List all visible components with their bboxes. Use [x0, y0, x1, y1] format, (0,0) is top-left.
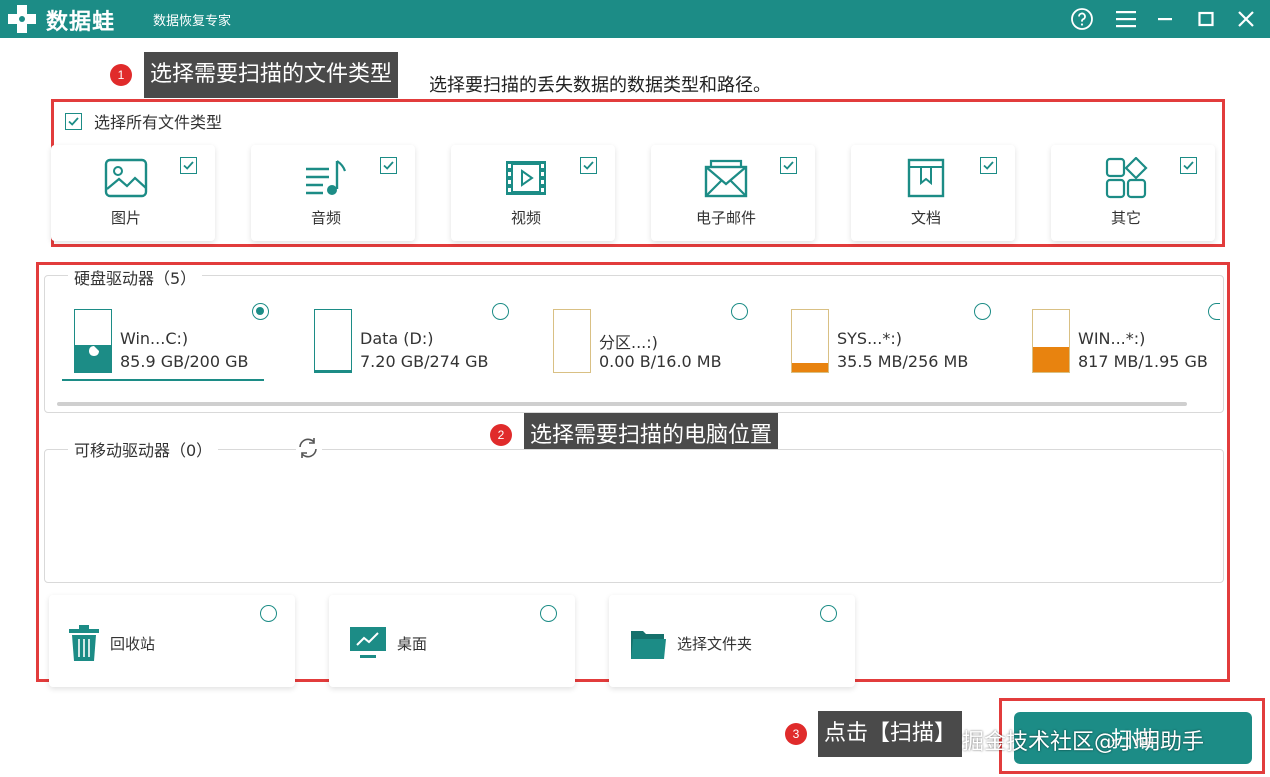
drive-size: 817 MB/1.95 GB — [1078, 352, 1208, 371]
checkbox-icon[interactable] — [580, 157, 597, 174]
location-label: 桌面 — [397, 635, 428, 653]
annotation-2-number: 2 — [490, 424, 512, 446]
document-icon — [907, 158, 945, 198]
desktop-icon — [350, 627, 386, 658]
file-type-other[interactable]: 其它 — [1051, 145, 1215, 241]
drive-size: 85.9 GB/200 GB — [120, 352, 249, 371]
help-icon — [1071, 8, 1093, 30]
file-type-document[interactable]: 文档 — [851, 145, 1015, 241]
file-type-video[interactable]: 视频 — [451, 145, 615, 241]
recycle-bin-icon — [69, 625, 99, 661]
annotation-1-number: 1 — [110, 64, 132, 86]
help-button[interactable] — [1068, 5, 1096, 33]
drive-icon — [553, 309, 591, 373]
file-type-audio[interactable]: 音频 — [251, 145, 415, 241]
annotation-3-label: 点击【扫描】 — [818, 711, 963, 757]
minimize-icon — [1158, 18, 1172, 21]
select-all-label: 选择所有文件类型 — [94, 113, 223, 132]
file-type-label: 图片 — [110, 209, 141, 227]
drive-size: 7.20 GB/274 GB — [360, 352, 489, 371]
menu-button[interactable] — [1112, 5, 1140, 33]
annotation-1-label: 选择需要扫描的文件类型 — [144, 52, 399, 98]
file-type-email[interactable]: 电子邮件 — [651, 145, 815, 241]
drive-icon — [1032, 309, 1070, 373]
location-folder[interactable]: 选择文件夹 — [609, 595, 855, 687]
drive-partition[interactable]: 分区...:) 0.00 B/16.0 MB — [541, 303, 771, 383]
title-bar: 数据蛙 数据恢复专家 — [0, 0, 1270, 38]
checkbox-icon[interactable] — [980, 157, 997, 174]
drive-radio[interactable] — [974, 303, 991, 320]
checkbox-icon[interactable] — [780, 157, 797, 174]
folder-icon — [631, 631, 666, 659]
image-icon — [104, 158, 148, 198]
minimize-button[interactable] — [1151, 5, 1179, 33]
drive-radio[interactable] — [492, 303, 509, 320]
checkbox-icon[interactable] — [180, 157, 197, 174]
drive-radio[interactable] — [1208, 303, 1220, 320]
other-icon — [1105, 157, 1148, 199]
select-all-checkbox[interactable]: 选择所有文件类型 — [65, 109, 222, 133]
drive-name: SYS...*:) — [837, 329, 902, 348]
drive-name: Win...C:) — [120, 329, 189, 348]
windows-logo-icon — [89, 346, 99, 356]
drive-sys[interactable]: SYS...*:) 35.5 MB/256 MB — [779, 303, 1009, 383]
drive-c[interactable]: Win...C:) 85.9 GB/200 GB — [62, 303, 292, 383]
location-desktop[interactable]: 桌面 — [329, 595, 575, 687]
selected-underline — [62, 379, 264, 381]
annotation-3-number: 3 — [785, 723, 807, 745]
video-icon — [506, 161, 546, 195]
drive-icon — [314, 309, 352, 373]
refresh-button[interactable] — [296, 436, 322, 460]
audio-icon — [306, 160, 347, 195]
file-type-label: 音频 — [310, 209, 341, 227]
refresh-icon — [299, 438, 317, 458]
drive-size: 35.5 MB/256 MB — [837, 352, 969, 371]
file-type-label: 其它 — [1110, 209, 1141, 227]
drive-name: WIN...*:) — [1078, 329, 1146, 348]
app-name: 数据蛙 — [46, 10, 116, 35]
drive-usage-fill — [315, 370, 351, 372]
instruction-text: 选择要扫描的丢失数据的数据类型和路径。 — [429, 75, 771, 96]
checkbox-icon[interactable] — [380, 157, 397, 174]
close-icon — [1238, 11, 1254, 27]
file-type-label: 视频 — [510, 209, 541, 227]
location-radio[interactable] — [820, 605, 837, 622]
checkbox-icon — [65, 112, 82, 130]
file-type-label: 文档 — [910, 209, 941, 227]
location-radio[interactable] — [260, 605, 277, 622]
maximize-icon — [1198, 11, 1214, 27]
location-label: 选择文件夹 — [677, 635, 753, 653]
drive-usage-fill — [1033, 346, 1069, 372]
drive-radio[interactable] — [731, 303, 748, 320]
file-type-image[interactable]: 图片 — [51, 145, 215, 241]
removable-panel — [44, 449, 1224, 583]
drive-name: Data (D:) — [360, 329, 434, 348]
drive-usage-fill — [792, 363, 828, 372]
location-label: 回收站 — [110, 635, 156, 653]
maximize-button[interactable] — [1192, 5, 1220, 33]
checkbox-icon[interactable] — [1180, 157, 1197, 174]
watermark: 掘金技术社区@小明助手 — [962, 730, 1205, 755]
removable-title: 可移动驱动器（0） — [68, 437, 219, 461]
app-logo-icon — [8, 5, 36, 33]
close-button[interactable] — [1232, 5, 1260, 33]
drive-name: 分区...:) — [599, 333, 658, 352]
drive-radio[interactable] — [252, 303, 269, 320]
email-icon — [704, 159, 748, 198]
annotation-box-file-types — [51, 99, 1225, 247]
hard-drive-title: 硬盘驱动器（5） — [68, 265, 203, 289]
drive-win[interactable]: WIN...*:) 817 MB/1.95 GB — [1020, 303, 1220, 383]
menu-icon — [1116, 11, 1136, 28]
drive-scrollbar[interactable] — [57, 402, 1187, 406]
location-recycle-bin[interactable]: 回收站 — [49, 595, 295, 687]
location-radio[interactable] — [540, 605, 557, 622]
drive-d[interactable]: Data (D:) 7.20 GB/274 GB — [302, 303, 532, 383]
file-type-label: 电子邮件 — [695, 209, 756, 227]
drive-icon — [791, 309, 829, 373]
drive-size: 0.00 B/16.0 MB — [599, 352, 722, 371]
app-subtitle: 数据恢复专家 — [153, 14, 232, 29]
drive-icon — [74, 309, 112, 373]
